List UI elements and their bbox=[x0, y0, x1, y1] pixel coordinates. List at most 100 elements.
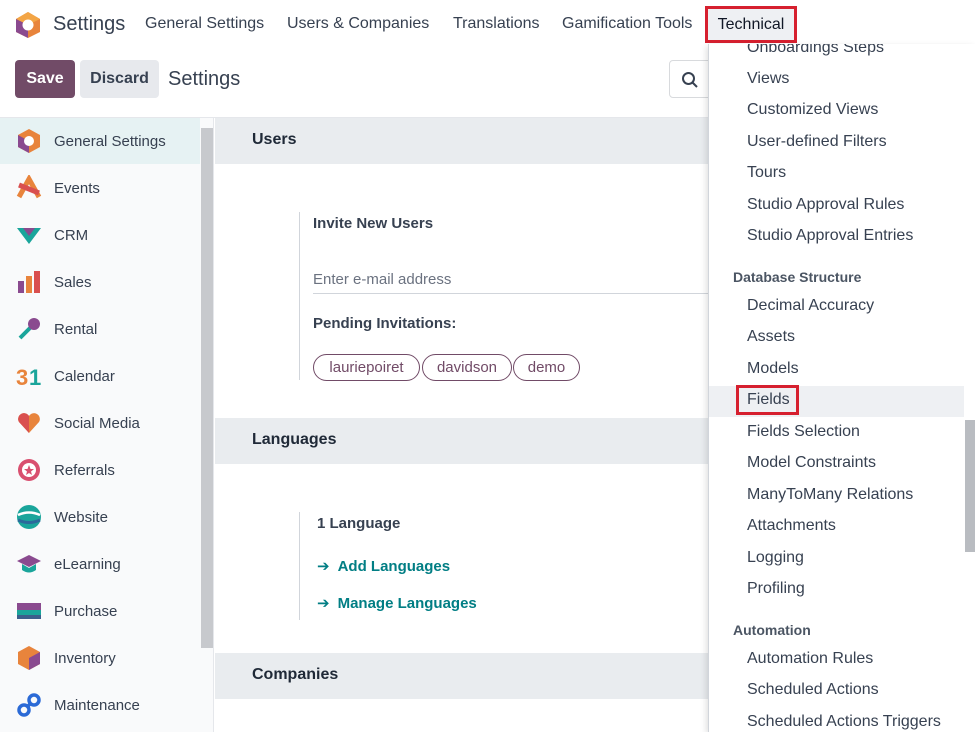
database-structure-header: Database Structure bbox=[733, 269, 862, 285]
sidebar-item-label: Referrals bbox=[54, 461, 115, 479]
menu-item-views[interactable]: Views bbox=[709, 65, 964, 96]
menu-item-profiling[interactable]: Profiling bbox=[709, 575, 964, 606]
language-count: 1 Language bbox=[317, 515, 401, 532]
invite-email-input[interactable] bbox=[313, 266, 733, 294]
menu-item-label: Onboardings Steps bbox=[747, 44, 884, 56]
invitation-tag[interactable]: davidson bbox=[422, 354, 512, 381]
sidebar-item-label: eLearning bbox=[54, 555, 121, 573]
sidebar-item-label: Rental bbox=[54, 320, 98, 338]
sidebar-item-label: Sales bbox=[54, 273, 92, 291]
sidebar-item-label: Social Media bbox=[54, 414, 140, 432]
add-languages-link[interactable]: ➔ Add Languages bbox=[317, 557, 450, 575]
arrow-right-icon: ➔ bbox=[317, 595, 330, 612]
menu-item-studio-approval-rules[interactable]: Studio Approval Rules bbox=[709, 191, 964, 222]
menu-item-label: Decimal Accuracy bbox=[747, 297, 875, 314]
sidebar-item-inventory[interactable]: Inventory bbox=[0, 635, 200, 681]
sidebar-item-purchase[interactable]: Purchase bbox=[0, 588, 200, 634]
sidebar-item-social-media[interactable]: Social Media bbox=[0, 400, 200, 446]
menu-item-model-constraints[interactable]: Model Constraints bbox=[709, 449, 964, 480]
menu-item-studio-approval-entries[interactable]: Studio Approval Entries bbox=[709, 222, 964, 253]
dropdown-scrollbar[interactable] bbox=[965, 420, 975, 552]
menu-item-label: Fields bbox=[747, 391, 790, 408]
menu-item-label: Tours bbox=[747, 164, 787, 181]
menu-item-label: Assets bbox=[747, 328, 796, 345]
sidebar-item-label: Maintenance bbox=[54, 696, 140, 714]
sidebar-item-events[interactable]: Events bbox=[0, 165, 200, 211]
sidebar-item-referrals[interactable]: Referrals bbox=[0, 447, 200, 493]
invitation-tag[interactable]: demo bbox=[513, 354, 580, 381]
invitation-tag[interactable]: lauriepoiret bbox=[313, 354, 420, 381]
menu-item-label: Fields Selection bbox=[747, 423, 860, 440]
menu-item-label: ManyToMany Relations bbox=[747, 486, 914, 503]
menu-item-onboardings-steps[interactable]: Onboardings Steps bbox=[709, 44, 964, 65]
manage-languages-label: Manage Languages bbox=[337, 595, 477, 612]
menu-item-models[interactable]: Models bbox=[709, 355, 964, 386]
app-title[interactable]: Settings bbox=[53, 13, 125, 36]
menu-item-decimal-accuracy[interactable]: Decimal Accuracy bbox=[709, 292, 964, 323]
menu-item-user-defined-filters[interactable]: User-defined Filters bbox=[709, 128, 964, 159]
menu-item-label: User-defined Filters bbox=[747, 133, 887, 150]
sidebar-item-maintenance[interactable]: Maintenance bbox=[0, 682, 200, 728]
discard-button[interactable]: Discard bbox=[80, 60, 159, 98]
settings-sidebar: General Settings Events CRM Sales Rental bbox=[0, 118, 214, 732]
menu-item-label: Models bbox=[747, 360, 799, 377]
sidebar-item-label: Website bbox=[54, 508, 108, 526]
languages-heading: Languages bbox=[252, 431, 337, 448]
menu-item-tours[interactable]: Tours bbox=[709, 159, 964, 190]
menu-item-label: Automation Rules bbox=[747, 650, 874, 667]
menu-item-fields[interactable]: Fields bbox=[709, 385, 964, 417]
menu-item-label: Model Constraints bbox=[747, 454, 876, 471]
menu-translations[interactable]: Translations bbox=[453, 15, 540, 33]
menu-item-label: Studio Approval Entries bbox=[747, 227, 914, 244]
menu-item-label: Attachments bbox=[747, 517, 836, 534]
sidebar-item-label: Calendar bbox=[54, 367, 115, 385]
add-languages-label: Add Languages bbox=[337, 558, 451, 575]
sidebar-item-website[interactable]: Website bbox=[0, 494, 200, 540]
menu-item-label: Scheduled Actions Triggers bbox=[747, 713, 941, 730]
sidebar-item-label: Purchase bbox=[54, 602, 118, 620]
sidebar-item-calendar[interactable]: 3 1 Calendar bbox=[0, 353, 200, 399]
sidebar-item-sales[interactable]: Sales bbox=[0, 259, 200, 305]
search-icon bbox=[682, 72, 698, 88]
menu-item-automation-rules[interactable]: Automation Rules bbox=[709, 645, 964, 676]
save-button[interactable]: Save bbox=[15, 60, 75, 98]
rental-icon bbox=[18, 318, 40, 340]
menu-item-label: Views bbox=[747, 70, 790, 87]
menu-item-logging[interactable]: Logging bbox=[709, 544, 964, 575]
users-divider bbox=[299, 212, 300, 380]
calendar-icon: 3 1 bbox=[16, 365, 41, 389]
general-settings-icon bbox=[18, 129, 40, 153]
svg-text:3: 3 bbox=[16, 365, 28, 389]
svg-text:1: 1 bbox=[29, 365, 41, 389]
menu-item-scheduled-actions[interactable]: Scheduled Actions bbox=[709, 676, 964, 707]
menu-users-companies[interactable]: Users & Companies bbox=[287, 15, 429, 33]
menu-item-label: Customized Views bbox=[747, 101, 879, 118]
automation-header: Automation bbox=[733, 622, 811, 638]
referrals-icon bbox=[18, 459, 40, 481]
menu-item-scheduled-actions-triggers[interactable]: Scheduled Actions Triggers bbox=[709, 708, 964, 732]
crm-icon bbox=[17, 228, 41, 244]
menu-general-settings[interactable]: General Settings bbox=[145, 15, 264, 33]
events-icon bbox=[16, 175, 42, 199]
website-icon bbox=[17, 505, 41, 529]
sidebar-item-label: General Settings bbox=[54, 132, 166, 150]
menu-gamification-tools[interactable]: Gamification Tools bbox=[562, 15, 692, 33]
menu-item-assets[interactable]: Assets bbox=[709, 323, 964, 354]
menu-item-label: Scheduled Actions bbox=[747, 681, 879, 698]
page-title: Settings bbox=[168, 68, 241, 90]
social-media-icon bbox=[18, 413, 40, 433]
sidebar-item-crm[interactable]: CRM bbox=[0, 212, 200, 258]
menu-item-fields-selection[interactable]: Fields Selection bbox=[709, 418, 964, 449]
sidebar-item-rental[interactable]: Rental bbox=[0, 306, 200, 352]
sidebar-scrollbar[interactable] bbox=[201, 128, 213, 648]
manage-languages-link[interactable]: ➔ Manage Languages bbox=[317, 594, 477, 612]
menu-technical[interactable]: Technical bbox=[705, 6, 797, 43]
menu-item-customized-views[interactable]: Customized Views bbox=[709, 96, 964, 127]
sidebar-item-label: Inventory bbox=[54, 649, 116, 667]
odoo-settings-logo-icon[interactable] bbox=[14, 11, 42, 39]
sidebar-item-elearning[interactable]: eLearning bbox=[0, 541, 200, 587]
sidebar-item-general-settings[interactable]: General Settings bbox=[0, 118, 200, 164]
menu-item-manytomany-relations[interactable]: ManyToMany Relations bbox=[709, 481, 964, 512]
purchase-icon bbox=[17, 603, 41, 619]
menu-item-attachments[interactable]: Attachments bbox=[709, 512, 964, 543]
